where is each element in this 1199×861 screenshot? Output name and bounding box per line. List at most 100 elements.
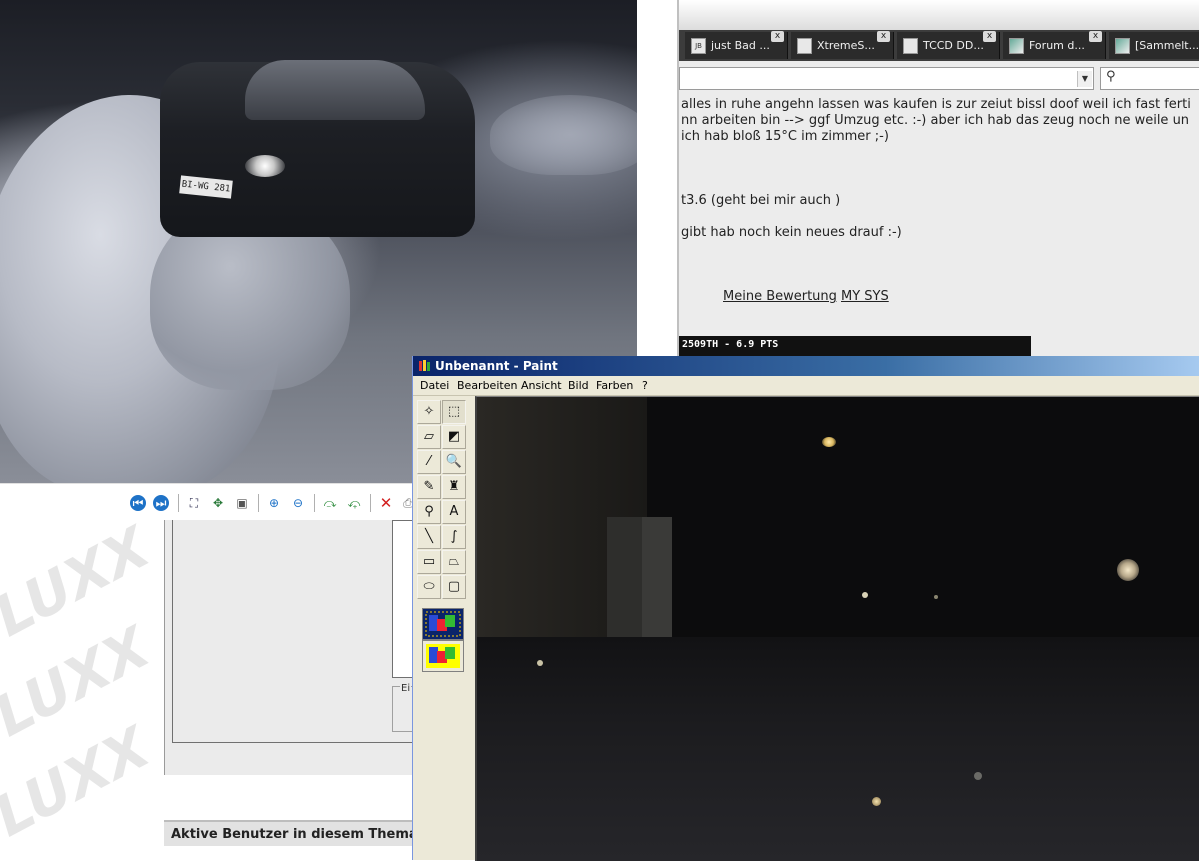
- street-lamp: [822, 437, 836, 447]
- address-bar[interactable]: [679, 67, 1094, 90]
- active-users-header: Aktive Benutzer in diesem Thema: [164, 820, 412, 846]
- forum-favicon-icon: [1115, 38, 1130, 54]
- car-headlight: [245, 155, 285, 177]
- transparency-transparent-option[interactable]: [422, 640, 464, 672]
- search-icon[interactable]: ⚲: [1106, 70, 1120, 84]
- actual-size-icon[interactable]: ✥: [210, 495, 226, 511]
- brush-icon[interactable]: ♜: [442, 475, 466, 499]
- snowflake: [872, 797, 881, 806]
- slideshow-icon[interactable]: ▣: [234, 495, 250, 511]
- browser-window: JB just Bad ... x XtremeS... x TCCD DD..…: [677, 0, 1199, 356]
- snow-pile-right: [490, 95, 637, 175]
- snowflake: [974, 772, 982, 780]
- menu-bild[interactable]: Bild: [568, 379, 589, 392]
- snowflake: [1117, 559, 1139, 581]
- tab-close-icon[interactable]: x: [771, 31, 784, 42]
- window-title: Unbenannt - Paint: [435, 359, 558, 373]
- signature-text: 2509TH - 6.9 PTS: [682, 339, 779, 350]
- polygon-icon[interactable]: ⏢: [442, 550, 466, 574]
- menu-bar: Datei Bearbeiten Ansicht Bild Farben ?: [413, 376, 1199, 396]
- previous-icon[interactable]: ⏮: [130, 495, 146, 511]
- tab-just-bad[interactable]: JB just Bad ... x: [685, 31, 788, 59]
- forum-favicon-icon: [1009, 38, 1024, 54]
- magnifier-icon[interactable]: 🔍: [442, 450, 466, 474]
- paint-titlebar[interactable]: Unbenannt - Paint: [413, 356, 1199, 376]
- rectangle-icon[interactable]: ▭: [417, 550, 441, 574]
- signature-banner: 2509TH - 6.9 PTS: [679, 336, 1031, 356]
- rounded-rect-icon[interactable]: ▢: [442, 575, 466, 599]
- rating-link[interactable]: Meine Bewertung: [723, 289, 837, 304]
- options-box[interactable]: [392, 520, 412, 678]
- toolbox: ✧ ⬚ ▱ ◩ ⁄ 🔍 ✎ ♜ ⚲ A ╲ ∫ ▭ ⏢ ⬭ ▢: [413, 396, 476, 860]
- door-panel: [642, 517, 672, 637]
- line-icon[interactable]: ╲: [417, 525, 441, 549]
- forum-post-content: alles in ruhe angehn lassen was kaufen i…: [679, 94, 1199, 356]
- best-fit-icon[interactable]: ⛶: [186, 495, 202, 511]
- zoom-in-icon[interactable]: ⊕: [266, 495, 282, 511]
- browser-titlebar: [679, 0, 1199, 30]
- tab-close-icon[interactable]: x: [1089, 31, 1102, 42]
- tab-title: [Sammelt...: [1135, 39, 1199, 52]
- next-icon[interactable]: ⏭: [153, 495, 169, 511]
- car-roof-snow: [245, 60, 425, 120]
- toolbar-divider: [178, 494, 179, 512]
- ellipse-icon[interactable]: ⬭: [417, 575, 441, 599]
- post-text-line: nn arbeiten bin --> ggf Umzug etc. :-) a…: [681, 113, 1190, 128]
- tab-close-icon[interactable]: x: [983, 31, 996, 42]
- post-text-line: gibt hab noch kein neues drauf :-): [681, 225, 902, 240]
- rotate-counterclockwise-icon[interactable]: ⤽: [346, 495, 362, 511]
- transparent-select-icon: [426, 644, 460, 668]
- editor-frame: [172, 520, 412, 743]
- forum-reply-page: LUXX LUXX LUXX Ei Aktive Benutzer in die…: [0, 520, 412, 860]
- menu-datei[interactable]: Datei: [420, 379, 449, 392]
- tab-title: Forum d...: [1029, 39, 1085, 52]
- toolbar-divider: [370, 494, 371, 512]
- paint-app-icon: [419, 360, 430, 371]
- free-form-select-icon[interactable]: ✧: [417, 400, 441, 424]
- site-favicon-icon: JB: [691, 38, 706, 54]
- zoom-out-icon[interactable]: ⊖: [290, 495, 306, 511]
- post-text-line: t3.6 (geht bei mir auch ): [681, 193, 841, 208]
- fill-icon[interactable]: ◩: [442, 425, 466, 449]
- group-label: Ei: [400, 683, 412, 694]
- paint-window: Unbenannt - Paint Datei Bearbeiten Ansic…: [412, 356, 1199, 861]
- snowflake: [537, 660, 543, 666]
- active-users-title: Aktive Benutzer in diesem Thema: [171, 827, 412, 842]
- rect-select-icon[interactable]: ⬚: [442, 400, 466, 424]
- tab-title: TCCD DD...: [923, 39, 984, 52]
- post-text-line: alles in ruhe angehn lassen was kaufen i…: [681, 97, 1191, 112]
- tab-title: just Bad ...: [711, 39, 770, 52]
- post-text-line: ich hab bloß 15°C im zimmer ;-): [681, 129, 889, 144]
- paint-canvas[interactable]: [475, 396, 1199, 861]
- rotate-clockwise-icon[interactable]: ⤼: [322, 495, 338, 511]
- pencil-icon[interactable]: ✎: [417, 475, 441, 499]
- menu-ansicht[interactable]: Ansicht: [521, 379, 562, 392]
- opaque-select-icon: [425, 611, 461, 637]
- toolbar-divider: [314, 494, 315, 512]
- color-picker-icon[interactable]: ⁄: [417, 450, 441, 474]
- tab-sammelt[interactable]: [Sammelt...: [1109, 32, 1199, 59]
- snowflake: [934, 595, 938, 599]
- page-icon: [797, 38, 812, 54]
- snowy-street: [477, 637, 1199, 861]
- tab-xtreme[interactable]: XtremeS... x: [791, 31, 894, 59]
- transparency-opaque-option[interactable]: [422, 608, 464, 640]
- tab-forum[interactable]: Forum d... x: [1003, 31, 1106, 59]
- snowflake: [862, 592, 868, 598]
- tab-strip: JB just Bad ... x XtremeS... x TCCD DD..…: [679, 30, 1199, 61]
- toolbar-divider: [258, 494, 259, 512]
- menu-help[interactable]: ?: [642, 379, 648, 392]
- chevron-down-icon[interactable]: ▼: [1077, 71, 1092, 87]
- airbrush-icon[interactable]: ⚲: [417, 500, 441, 524]
- tab-tccd[interactable]: TCCD DD... x: [897, 31, 1000, 59]
- curve-icon[interactable]: ∫: [442, 525, 466, 549]
- menu-farben[interactable]: Farben: [596, 379, 633, 392]
- text-icon[interactable]: A: [442, 500, 466, 524]
- tab-close-icon[interactable]: x: [877, 31, 890, 42]
- my-sys-link[interactable]: MY SYS: [841, 289, 889, 304]
- tab-title: XtremeS...: [817, 39, 875, 52]
- document-icon: [903, 38, 918, 54]
- menu-bearbeiten[interactable]: Bearbeiten: [457, 379, 517, 392]
- delete-icon[interactable]: ✕: [378, 495, 394, 511]
- eraser-icon[interactable]: ▱: [417, 425, 441, 449]
